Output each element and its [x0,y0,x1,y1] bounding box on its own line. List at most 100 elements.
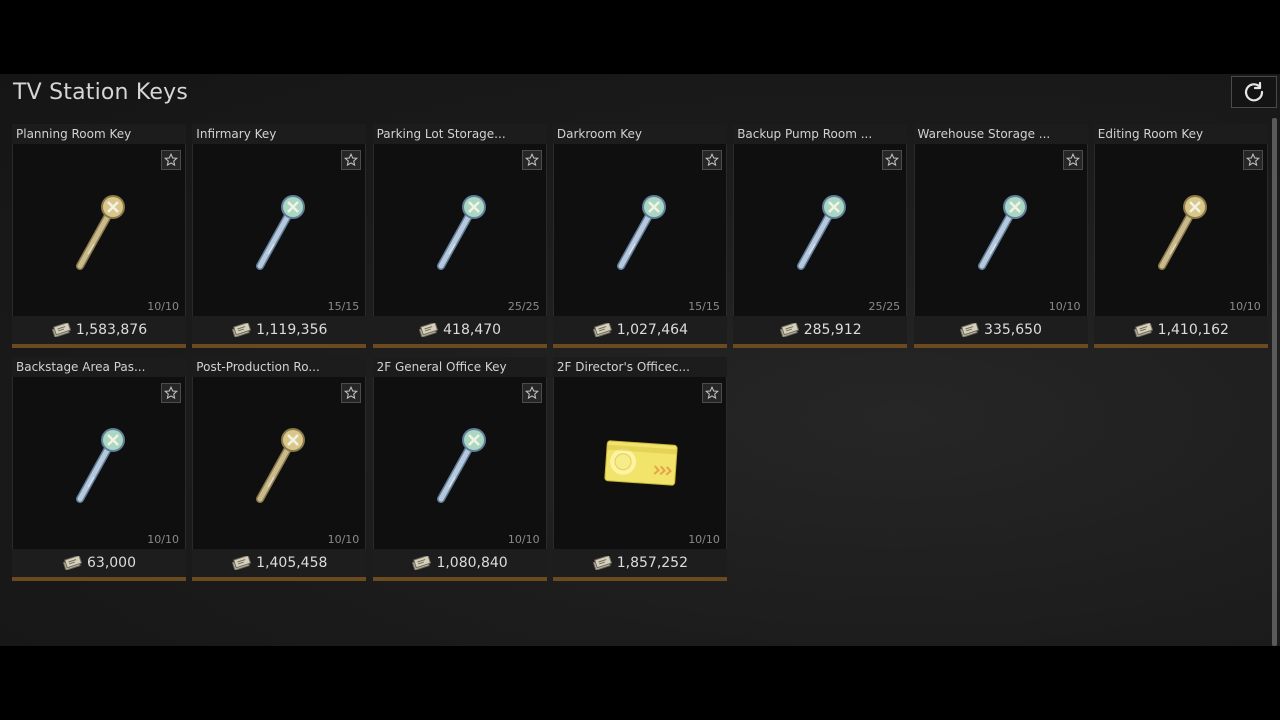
rarity-bar [913,344,1088,348]
favorite-button[interactable] [341,150,362,170]
item-slot[interactable]: 15/15 [192,144,367,316]
roubles-icon [959,323,984,337]
item-name: Backup Pump Room ... [733,124,908,144]
item-card[interactable]: Planning Room Key 10/10 1,583,876 [12,124,186,349]
item-card[interactable]: Editing Room Key 10/10 1,410,162 [1093,124,1268,349]
item-card[interactable]: Darkroom Key 15/15 1,027,464 [552,124,727,349]
silver-key-icon [972,192,1032,272]
durability-count: 10/10 [1048,300,1081,313]
star-icon [524,153,539,167]
rarity-bar [372,344,547,348]
roubles-icon [779,323,804,337]
star-icon [885,153,900,167]
item-slot[interactable]: 10/10 [12,377,186,549]
item-slot[interactable]: 10/10 [552,377,727,549]
durability-count: 10/10 [688,533,720,546]
item-price: 1,405,458 [192,549,367,577]
silver-key-icon [250,192,310,272]
item-name: Backstage Area Pas... [12,357,186,377]
star-icon [704,153,719,167]
roubles-icon [62,556,87,570]
favorite-button[interactable] [521,150,542,170]
item-slot[interactable]: 10/10 [12,144,186,316]
item-slot[interactable]: 10/10 [372,377,547,549]
roubles-icon [418,323,443,337]
item-slot[interactable]: 25/25 [733,144,908,316]
star-icon [164,386,178,400]
price-value: 1,119,356 [256,322,328,338]
item-price: 1,583,876 [12,316,186,344]
favorite-button[interactable] [161,150,181,170]
item-slot[interactable]: 10/10 [192,377,367,549]
item-name: Post-Production Ro... [192,357,367,377]
item-name: Parking Lot Storage... [372,124,547,144]
star-icon [524,386,539,400]
item-card[interactable]: Backup Pump Room ... 25/25 285,912 [733,124,908,349]
roubles-icon [592,323,617,337]
favorite-button[interactable] [1242,150,1263,170]
star-icon [704,386,719,400]
refresh-button[interactable] [1231,76,1277,108]
gold-key-icon [70,192,130,272]
durability-count: 15/15 [327,300,360,313]
rarity-bar [372,577,547,581]
rarity-bar [552,577,727,581]
item-slot[interactable]: 25/25 [372,144,547,316]
item-card[interactable]: 2F Director's Officec... 10/10 1,857,252 [552,357,727,582]
item-card[interactable]: Parking Lot Storage... 25/25 418,470 [372,124,547,349]
item-price: 1,119,356 [192,316,367,344]
durability-count: 15/15 [688,300,720,313]
price-value: 1,410,162 [1157,322,1229,338]
item-name: Warehouse Storage ... [913,124,1088,144]
item-slot[interactable]: 15/15 [552,144,727,316]
item-card[interactable]: Backstage Area Pas... 10/10 63,000 [12,357,186,582]
refresh-icon [1244,81,1264,102]
star-icon [1065,153,1080,167]
silver-key-icon [791,192,851,272]
rarity-bar [552,344,727,348]
durability-count: 10/10 [147,300,179,313]
page-title: TV Station Keys [13,80,189,105]
item-price: 1,080,840 [372,549,547,577]
price-value: 1,583,876 [75,322,148,338]
price-value: 335,650 [984,322,1042,338]
durability-count: 10/10 [1229,300,1261,313]
favorite-button[interactable] [341,383,362,403]
item-name: 2F General Office Key [372,357,547,377]
durability-count: 10/10 [147,533,179,546]
favorite-button[interactable] [1062,150,1083,170]
roubles-icon [411,556,436,570]
favorite-button[interactable] [882,150,903,170]
favorite-button[interactable] [701,383,722,403]
durability-count: 25/25 [868,300,901,313]
favorite-button[interactable] [521,383,542,403]
scrollbar[interactable] [1272,118,1277,646]
roubles-icon [231,323,256,337]
roubles-icon [1133,323,1158,337]
rarity-bar [192,577,367,581]
gold-key-icon [250,425,310,505]
price-value: 418,470 [443,322,502,338]
rarity-bar [733,344,908,348]
favorite-button[interactable] [161,383,181,403]
price-value: 1,080,840 [436,555,508,571]
star-icon [344,386,359,400]
price-value: 285,912 [803,322,862,338]
item-price: 1,027,464 [552,316,727,344]
item-price: 335,650 [913,316,1088,344]
roubles-icon [592,556,617,570]
favorite-button[interactable] [701,150,722,170]
item-name: 2F Director's Officec... [552,357,727,377]
item-card[interactable]: Warehouse Storage ... 10/10 335,650 [913,124,1088,349]
star-icon [1245,153,1260,167]
gold-key-icon [1152,192,1212,272]
item-name: Editing Room Key [1093,124,1268,144]
durability-count: 25/25 [507,300,540,313]
item-card[interactable]: Post-Production Ro... 10/10 1,405,458 [192,357,367,582]
silver-key-icon [431,425,491,505]
item-slot[interactable]: 10/10 [913,144,1088,316]
item-card[interactable]: Infirmary Key 15/15 1,119,356 [192,124,367,349]
item-card[interactable]: 2F General Office Key 10/10 1,080,840 [372,357,547,582]
item-name: Infirmary Key [192,124,367,144]
item-slot[interactable]: 10/10 [1093,144,1268,316]
